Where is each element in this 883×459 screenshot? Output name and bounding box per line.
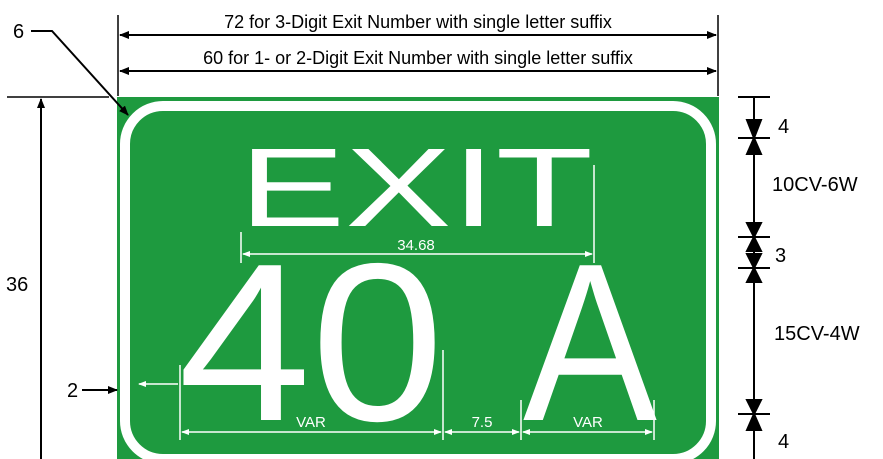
exit-sign-diagram: EXIT 40 A 72 for 3-Digit Exit Number wit…: [6, 12, 860, 459]
number-width-label: VAR: [296, 414, 326, 431]
corner-radius-label: 6: [13, 21, 24, 43]
right-dimension-chain: [738, 96, 770, 459]
bottom-margin-label: 4: [778, 431, 789, 453]
height-label: 36: [6, 274, 28, 296]
line-gap-label: 3: [775, 245, 786, 267]
exit-letter-spec-label: 10CV-6W: [772, 174, 858, 196]
dim-label-60: 60 for 1- or 2-Digit Exit Number with si…: [203, 48, 633, 68]
border-margin-label: 2: [67, 380, 78, 402]
exit-width-label: 34.68: [397, 237, 435, 254]
top-margin-label: 4: [778, 116, 789, 138]
gap-width-label: 7.5: [472, 414, 493, 431]
number-spec-label: 15CV-4W: [774, 323, 860, 345]
suffix-width-label: VAR: [573, 414, 603, 431]
dim-label-72: 72 for 3-Digit Exit Number with single l…: [224, 12, 612, 32]
corner-radius-leader: [31, 30, 129, 116]
